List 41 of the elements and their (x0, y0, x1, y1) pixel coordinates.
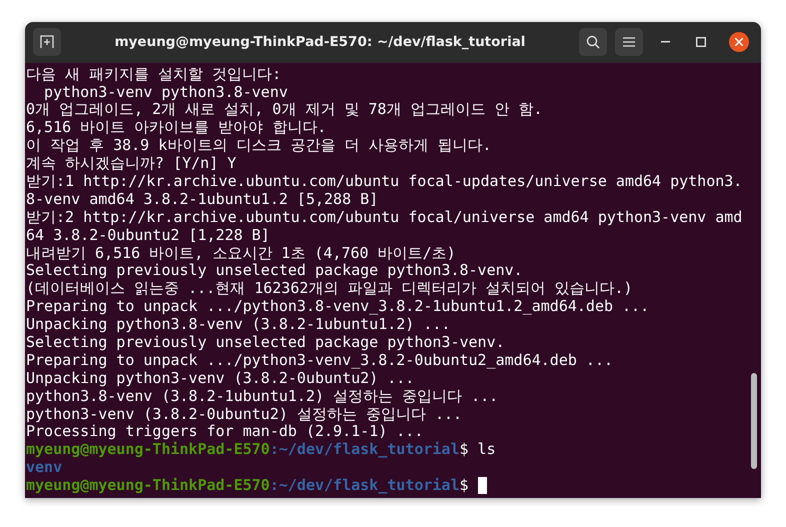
prompt-user: myeung@myeung-ThinkPad-E570 (26, 477, 270, 495)
output-line: python3.8-venv (3.8.2-1ubuntu1.2) 설정하는 중입니다 ... (26, 388, 498, 406)
output-line: Processing triggers for man-db (2.9.1-1) ... (26, 423, 424, 442)
output-line: 다음 새 패키지를 설치할 것입니다: (26, 66, 282, 84)
directory-name: venv (26, 459, 62, 478)
output-line: 받기:1 http://kr.archive.ubuntu.com/ubuntu focal-updates/universe amd64 python3. (26, 172, 742, 191)
output-line: 내려받기 6,516 바이트, 소요시간 1초 (4,760 바이트/초) (26, 244, 456, 262)
output-line: python3-venv (3.8.2-0ubuntu2) 설정하는 중입니다 ... (26, 406, 462, 424)
output-line: Preparing to unpack .../python3-venv_3.8.2-0ubuntu2_amd64.deb ... (26, 352, 613, 370)
close-button[interactable] (729, 32, 749, 52)
close-icon (735, 38, 743, 46)
prompt-path: :~/dev/flask_tutorial (270, 441, 460, 460)
prompt-path: :~/dev/flask_tutorial (270, 477, 460, 495)
window-title: myeung@myeung-ThinkPad-E570: ~/dev/flask_tutorial (114, 34, 526, 50)
output-line: Preparing to unpack .../python3.8-venv_3.8.2-1ubuntu1.2_amd64.deb ... (26, 298, 650, 316)
output-line: 받기:2 http://kr.archive.ubuntu.com/ubuntu focal/universe amd64 python3-venv amd (26, 208, 742, 227)
prompt-sign: $ (460, 477, 469, 495)
scrollbar-thumb[interactable] (751, 372, 757, 469)
command-text: ls (476, 441, 496, 460)
output-line: 이 작업 후 38.9 k바이트의 디스크 공간을 더 사용하게 됩니다. (26, 137, 492, 156)
output-line: 8-venv amd64 3.8.2-1ubuntu1.2 [5,288 B] (26, 190, 378, 209)
output-line: (데이터베이스 읽는중 ...현재 162362개의 파일과 디렉터리가 설치되어 있습니다.) (26, 280, 633, 298)
minimize-icon (660, 41, 670, 44)
prompt-sign: $ (460, 441, 469, 460)
output-line: Selecting previously unselected package python3.8-venv. (26, 262, 523, 280)
menu-button[interactable] (615, 28, 643, 56)
prompt-user: myeung@myeung-ThinkPad-E570 (26, 441, 270, 460)
output-line: Unpacking python3.8-venv (3.8.2-1ubuntu1.2) ... (26, 316, 450, 334)
output-line: 64 3.8.2-0ubuntu2 [1,228 B] (26, 226, 270, 245)
new-tab-button[interactable] (33, 28, 61, 56)
output-line: Unpacking python3-venv (3.8.2-0ubuntu2) ... (26, 370, 414, 388)
search-icon (586, 35, 600, 50)
output-line: 6,516 바이트 아카이브를 받아야 합니다. (26, 119, 326, 138)
output-line: 계속 하시겠습니까? [Y/n] Y (26, 155, 236, 173)
output-line: python3-venv python3.8-venv (43, 84, 288, 102)
maximize-icon (696, 37, 706, 48)
new-tab-icon (40, 35, 54, 50)
search-button[interactable] (579, 28, 607, 56)
output-line: 0개 업그레이드, 2개 새로 설치, 0개 제거 및 78개 업그레이드 안 함. (26, 101, 543, 120)
output-line: Selecting previously unselected package python3-venv. (26, 334, 505, 352)
menu-icon (623, 37, 635, 48)
